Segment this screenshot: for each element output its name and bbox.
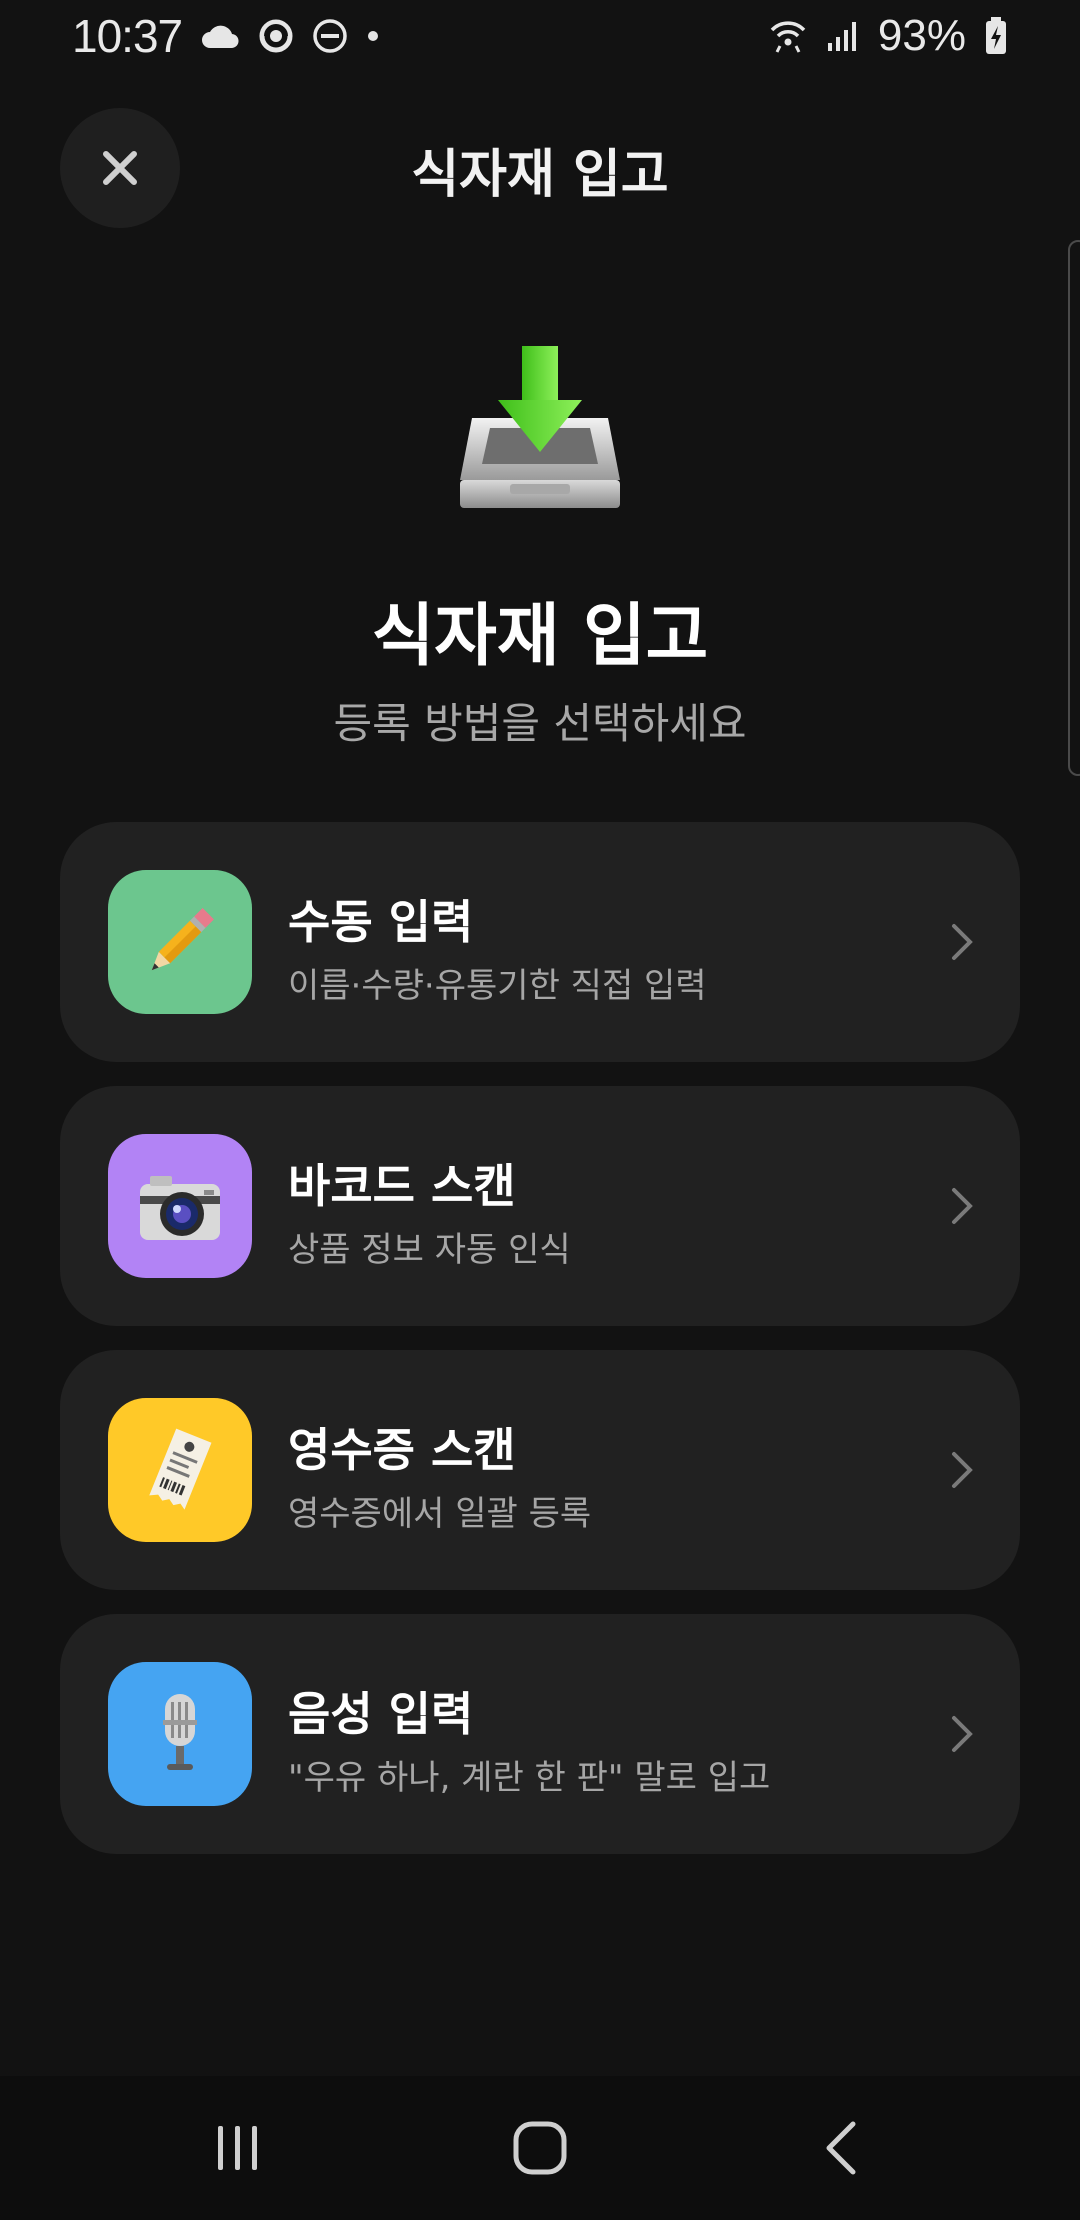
sync-icon (258, 18, 294, 54)
cellular-signal-icon (826, 19, 860, 53)
do-not-disturb-icon (312, 18, 348, 54)
option-title: 영수증 스캔 (288, 1423, 516, 1477)
back-button[interactable] (742, 2076, 942, 2220)
home-button[interactable] (440, 2076, 640, 2220)
option-icon-tile (108, 1134, 252, 1278)
input-method-list: 수동 입력 이름·수량·유통기한 직접 입력 바코드 스캔 상품 정보 자동 인… (60, 822, 1020, 1878)
option-icon-tile (108, 1662, 252, 1806)
option-description: 영수증에서 일괄 등록 (288, 1494, 592, 1534)
option-icon-tile (108, 870, 252, 1014)
status-right-group: 93% (768, 11, 1008, 61)
option-title: 음성 입력 (288, 1687, 474, 1741)
cloud-icon (200, 22, 240, 50)
hero-subtitle: 등록 방법을 선택하세요 (333, 699, 747, 748)
barcode-scan-option[interactable]: 바코드 스캔 상품 정보 자동 인식 (60, 1086, 1020, 1326)
camera-icon (140, 1176, 220, 1240)
chevron-right-icon (952, 924, 973, 960)
option-title: 바코드 스캔 (288, 1159, 516, 1213)
status-time: 10:37 (72, 10, 183, 62)
voice-input-option[interactable]: 음성 입력 "우유 하나, 계란 한 판" 말로 입고 (60, 1614, 1020, 1854)
pencil-icon (151, 908, 214, 971)
option-description: "우유 하나, 계란 한 판" 말로 입고 (288, 1758, 771, 1798)
option-title: 수동 입력 (288, 895, 474, 949)
hero-title: 식자재 입고 (371, 597, 709, 676)
status-left-group: 10:37 (72, 9, 380, 63)
status-bar: 10:37 93% (0, 0, 1080, 72)
back-icon (826, 2121, 856, 2175)
recent-apps-icon (218, 2126, 257, 2170)
home-icon (513, 2121, 567, 2175)
receipt-icon (149, 1428, 212, 1510)
option-description: 상품 정보 자동 인식 (288, 1230, 571, 1270)
microphone-icon (163, 1694, 197, 1770)
recent-apps-button[interactable] (138, 2076, 338, 2220)
manual-entry-option[interactable]: 수동 입력 이름·수량·유통기한 직접 입력 (60, 822, 1020, 1062)
option-description: 이름·수량·유통기한 직접 입력 (288, 966, 707, 1006)
battery-percent: 93% (877, 11, 966, 60)
dot-icon (366, 29, 380, 43)
page-title: 식자재 입고 (411, 145, 669, 205)
chevron-right-icon (952, 1188, 973, 1224)
battery-charging-icon (984, 16, 1008, 56)
wifi-icon (768, 16, 808, 56)
option-icon-tile (108, 1398, 252, 1542)
receipt-scan-option[interactable]: 영수증 스캔 영수증에서 일괄 등록 (60, 1350, 1020, 1590)
inbox-download-icon (450, 340, 630, 520)
system-navigation-bar (0, 2076, 1080, 2220)
chevron-right-icon (952, 1452, 973, 1488)
chevron-right-icon (952, 1716, 973, 1752)
